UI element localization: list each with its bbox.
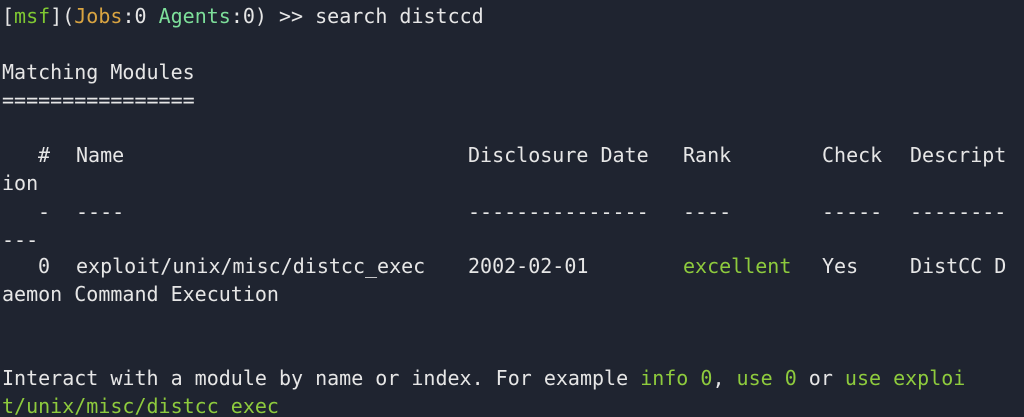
prompt-command[interactable]: search distccd	[315, 4, 484, 28]
dash-num: -	[38, 200, 51, 224]
header-num: #	[38, 143, 51, 167]
prompt-line: [msf](Jobs:0 Agents:0) >> search distccd	[2, 2, 484, 30]
prompt-agents-value: 0	[242, 4, 255, 28]
hint-prefix: Interact with a module by name or index.…	[2, 366, 641, 390]
header-check: Check	[822, 143, 883, 167]
header-rank: Rank	[683, 143, 732, 167]
hint-line: Interact with a module by name or index.…	[2, 364, 965, 392]
dash-name: ----	[76, 200, 125, 224]
row-num: 0	[38, 254, 51, 278]
dash-check: -----	[822, 200, 883, 224]
row-module-name[interactable]: exploit/unix/misc/distcc_exec	[76, 252, 425, 280]
dash-desc: --------	[910, 200, 1007, 224]
row-rank: excellent	[683, 254, 792, 278]
section-underline: ================	[2, 88, 195, 112]
row-desc-wrap: aemon Command Execution	[2, 282, 279, 306]
hint-cmd-info[interactable]: info 0	[640, 366, 712, 390]
dash-rank: ----	[683, 200, 732, 224]
header-desc: Descript	[910, 143, 1007, 167]
hint-cmd-use-name[interactable]: use exploi	[845, 366, 965, 390]
prompt-open-bracket: [	[2, 4, 15, 28]
header-desc-wrap: ion	[2, 171, 39, 195]
dash-desc-wrap: ---	[2, 228, 39, 252]
prompt-arrow: >>	[266, 4, 316, 28]
header-name: Name	[76, 143, 125, 167]
header-date: Disclosure Date	[468, 143, 649, 167]
prompt-agents-label: Agents	[158, 4, 231, 28]
row-desc: DistCC D	[910, 254, 1007, 278]
prompt-jobs-label: Jobs	[74, 4, 123, 28]
prompt-jobs-value: 0	[134, 4, 147, 28]
prompt-close-bracket: ]	[50, 4, 63, 28]
hint-cmd-use-name-wrap[interactable]: t/unix/misc/distcc_exec	[2, 392, 279, 417]
row-check: Yes	[822, 254, 859, 278]
prompt-jobs-sep: :	[122, 4, 135, 28]
hint-sep2: or	[796, 366, 845, 390]
prompt-close-paren: )	[254, 4, 267, 28]
hint-sep1: ,	[712, 366, 737, 390]
dash-date: ---------------	[468, 200, 649, 224]
prompt-agents-sep: :	[230, 4, 243, 28]
row-date: 2002-02-01	[468, 254, 589, 278]
terminal-window[interactable]: [msf](Jobs:0 Agents:0) >> search distccd…	[0, 0, 1024, 417]
hint-cmd-use-index[interactable]: use 0	[737, 366, 797, 390]
section-title: Matching Modules	[2, 60, 195, 84]
prompt-msf: msf	[14, 4, 51, 28]
prompt-open-paren: (	[62, 4, 75, 28]
